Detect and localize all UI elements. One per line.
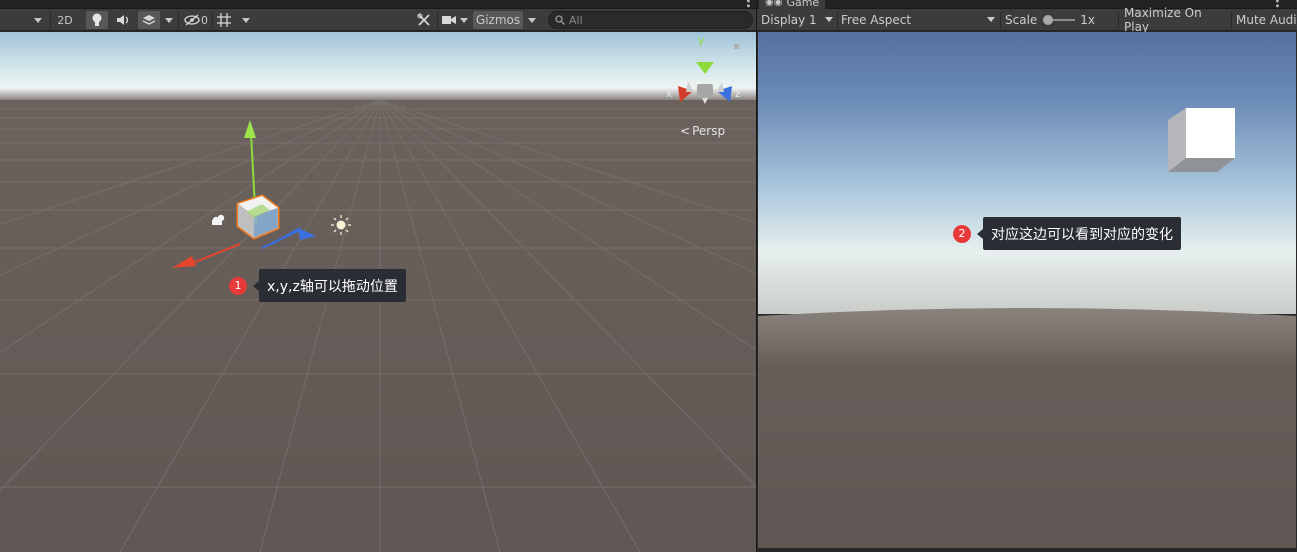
scene-toolbar: 2D 0 Gizmos All	[0, 9, 756, 31]
tools-button[interactable]	[414, 11, 434, 29]
grid-dropdown[interactable]	[238, 11, 254, 29]
directional-light-icon[interactable]	[331, 215, 351, 235]
game-toolbar: Display 1 Free Aspect Scale 1x Maximize …	[757, 6, 1297, 34]
perspective-icon: <	[680, 124, 691, 138]
annotation-text: 对应这边可以看到对应的变化	[983, 217, 1181, 250]
scale-slider[interactable]	[1043, 15, 1076, 25]
camera-icon	[442, 16, 456, 24]
toolbar-divider	[178, 12, 179, 28]
chevron-down-icon	[165, 17, 173, 23]
layers-icon	[142, 15, 156, 25]
game-view[interactable]: ◉◉ Game ••• Display 1 Free Aspect Scale …	[757, 0, 1297, 552]
sky	[0, 32, 756, 102]
toolbar-divider	[1231, 12, 1232, 28]
speaker-icon	[117, 15, 129, 25]
game-ground	[758, 308, 1296, 548]
scale-value: 1x	[1080, 13, 1095, 27]
annotation-2: 2 对应这边可以看到对应的变化	[953, 217, 1181, 250]
toolbar-divider	[212, 12, 213, 28]
eye-slash-icon	[184, 14, 200, 26]
mute-audio-toggle[interactable]: Mute Audio	[1236, 11, 1297, 29]
scene-viewport[interactable]: y x z < Persp 1 x,y,z轴可以拖动位置	[0, 32, 756, 552]
search-placeholder: All	[569, 13, 583, 27]
game-sky	[758, 32, 1296, 314]
gizmos-button[interactable]: Gizmos	[473, 11, 523, 29]
scene-visibility-button[interactable]: 0	[181, 11, 211, 29]
lightbulb-icon	[92, 13, 102, 26]
toolbar-divider	[437, 12, 438, 28]
annotation-badge: 1	[229, 276, 247, 295]
chevron-down-icon	[34, 17, 42, 23]
scale-slider-thumb[interactable]	[1043, 15, 1054, 25]
projection-label: Persp	[692, 124, 726, 138]
lighting-toggle-button[interactable]	[86, 11, 108, 29]
search-icon	[555, 15, 565, 25]
projection-toggle[interactable]: < Persp	[680, 124, 725, 138]
toolbar-divider	[1000, 12, 1001, 28]
grid-toggle-button[interactable]	[214, 11, 234, 29]
effects-toggle-button[interactable]	[138, 11, 160, 29]
toolbar-divider	[50, 12, 51, 28]
orientation-z-label: z	[735, 89, 741, 100]
toggle-2d-label: 2D	[57, 13, 73, 27]
maximize-on-play-toggle[interactable]: Maximize On Play	[1124, 6, 1228, 34]
display-dropdown[interactable]: Display 1	[761, 11, 837, 29]
maximize-label: Maximize On Play	[1124, 6, 1202, 34]
tools-icon	[417, 13, 430, 26]
aspect-dropdown[interactable]: Free Aspect	[841, 11, 999, 29]
annotation-badge: 2	[953, 224, 971, 243]
gamepad-icon: ◉◉	[765, 0, 783, 8]
lock-icon[interactable]	[734, 44, 739, 49]
orientation-y-label: y	[698, 34, 705, 47]
chevron-down-icon	[460, 17, 468, 23]
game-cube	[1168, 108, 1235, 172]
hierarchy-search-input[interactable]: All	[548, 11, 753, 29]
orientation-x-label: x	[666, 89, 672, 100]
scale-control: Scale 1x	[1005, 11, 1095, 29]
grid-icon	[217, 13, 231, 27]
scale-label: Scale	[1005, 13, 1038, 27]
ground-plane	[0, 100, 756, 552]
display-label: Display 1	[761, 13, 817, 27]
chevron-down-icon	[825, 17, 833, 22]
game-viewport[interactable]: 2 对应这边可以看到对应的变化	[758, 32, 1296, 548]
toolbar-divider	[1118, 12, 1119, 28]
gizmos-label: Gizmos	[475, 13, 521, 27]
camera-settings-button[interactable]	[440, 11, 470, 29]
chevron-down-icon	[528, 17, 536, 23]
toggle-2d-button[interactable]: 2D	[54, 11, 76, 29]
draw-mode-dropdown[interactable]	[30, 11, 46, 29]
chevron-down-icon	[242, 17, 250, 23]
hidden-count: 0	[201, 13, 208, 27]
audio-toggle-button[interactable]	[112, 11, 134, 29]
annotation-text: x,y,z轴可以拖动位置	[259, 269, 406, 302]
game-canvas	[758, 32, 1296, 548]
chevron-down-icon	[987, 17, 995, 22]
annotation-1: 1 x,y,z轴可以拖动位置	[229, 269, 406, 302]
scene-tab-strip: •••	[0, 0, 756, 13]
scene-view[interactable]: ••• 2D 0 Gizmos All y x z < Persp 1 x,y,…	[0, 0, 756, 552]
aspect-label: Free Aspect	[841, 13, 912, 27]
toolbar-divider	[837, 12, 838, 28]
tab-game-label: Game	[786, 0, 820, 9]
tab-game[interactable]: ◉◉ Game	[759, 0, 826, 9]
selected-cube[interactable]	[236, 194, 280, 240]
mute-label: Mute Audio	[1236, 13, 1297, 27]
effects-dropdown[interactable]	[162, 11, 176, 29]
gizmos-dropdown[interactable]	[524, 11, 540, 29]
